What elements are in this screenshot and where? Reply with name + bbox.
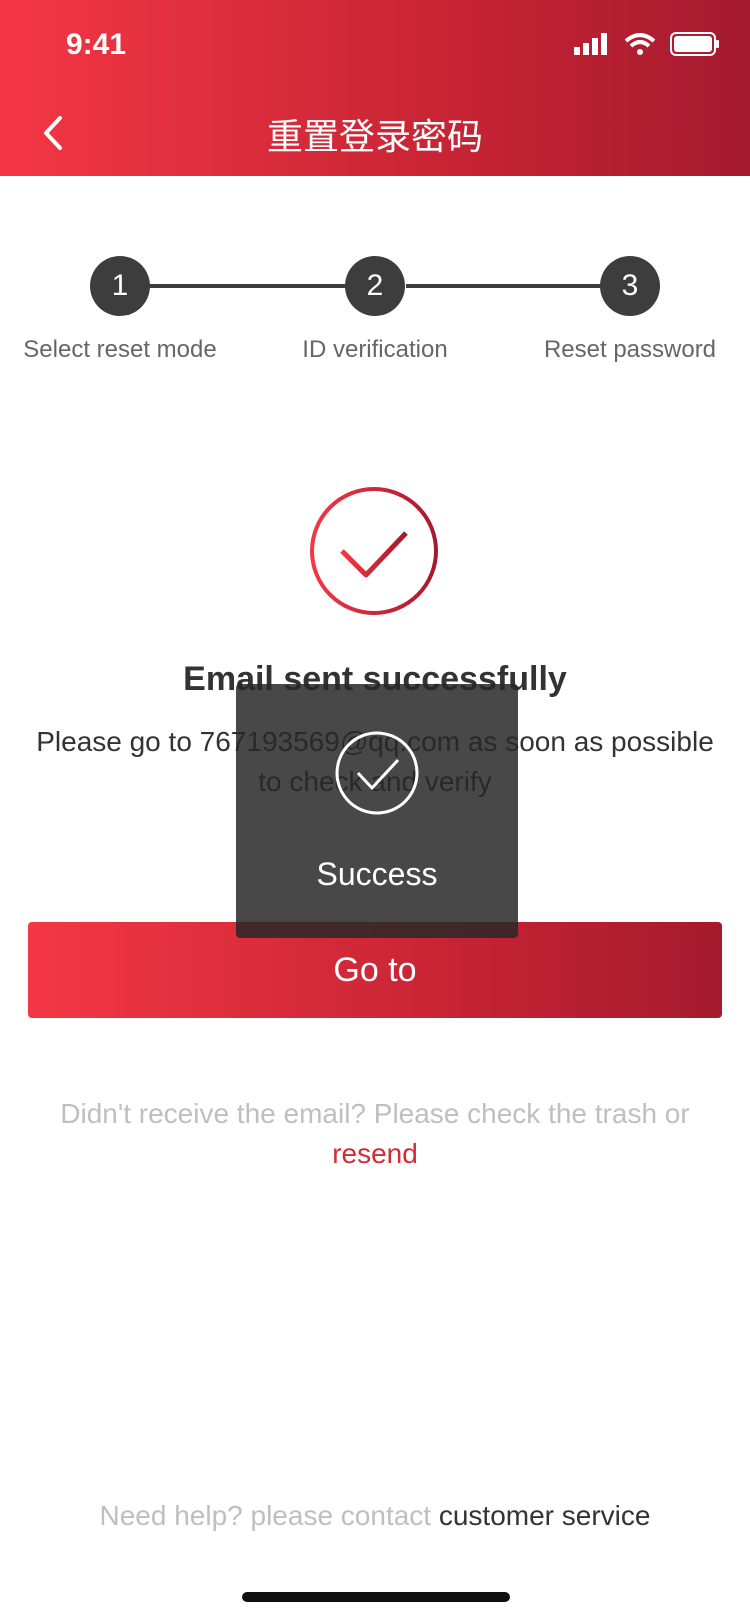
signal-icon [574, 33, 607, 55]
help-text: Need help? please contact customer servi… [0, 1500, 750, 1532]
home-indicator [242, 1592, 510, 1602]
step-connector [406, 284, 602, 288]
success-toast: Success [236, 684, 518, 938]
status-icons [574, 32, 720, 56]
customer-service-link[interactable]: customer service [439, 1500, 651, 1531]
step-number: 3 [621, 269, 639, 302]
step-2-label: ID verification [302, 336, 448, 363]
resend-link[interactable]: resend [20, 1134, 730, 1174]
page-title: 重置登录密码 [266, 116, 483, 157]
toast-label: Success [316, 856, 438, 892]
step-number: 1 [111, 269, 129, 302]
battery-icon [670, 32, 719, 56]
step-connector [148, 284, 348, 288]
wifi-icon [624, 33, 656, 55]
help-prefix: Need help? please contact [99, 1500, 439, 1531]
header-bar: 9:41 重置登录密码 [0, 0, 750, 176]
stepper: 1 2 3 Select reset mode ID verification … [0, 256, 750, 376]
step-1-label: Select reset mode [23, 336, 217, 363]
receive-hint-text: Didn't receive the email? Please check t… [60, 1098, 690, 1129]
step-number: 2 [366, 269, 384, 302]
status-time: 9:41 [66, 28, 127, 61]
step-1-circle: 1 [90, 256, 150, 316]
receive-hint: Didn't receive the email? Please check t… [20, 1094, 730, 1174]
check-circle-icon [335, 731, 419, 815]
step-2-circle: 2 [345, 256, 405, 316]
step-3-label: Reset password [543, 336, 717, 363]
step-3-circle: 3 [600, 256, 660, 316]
check-circle-icon [310, 487, 438, 615]
